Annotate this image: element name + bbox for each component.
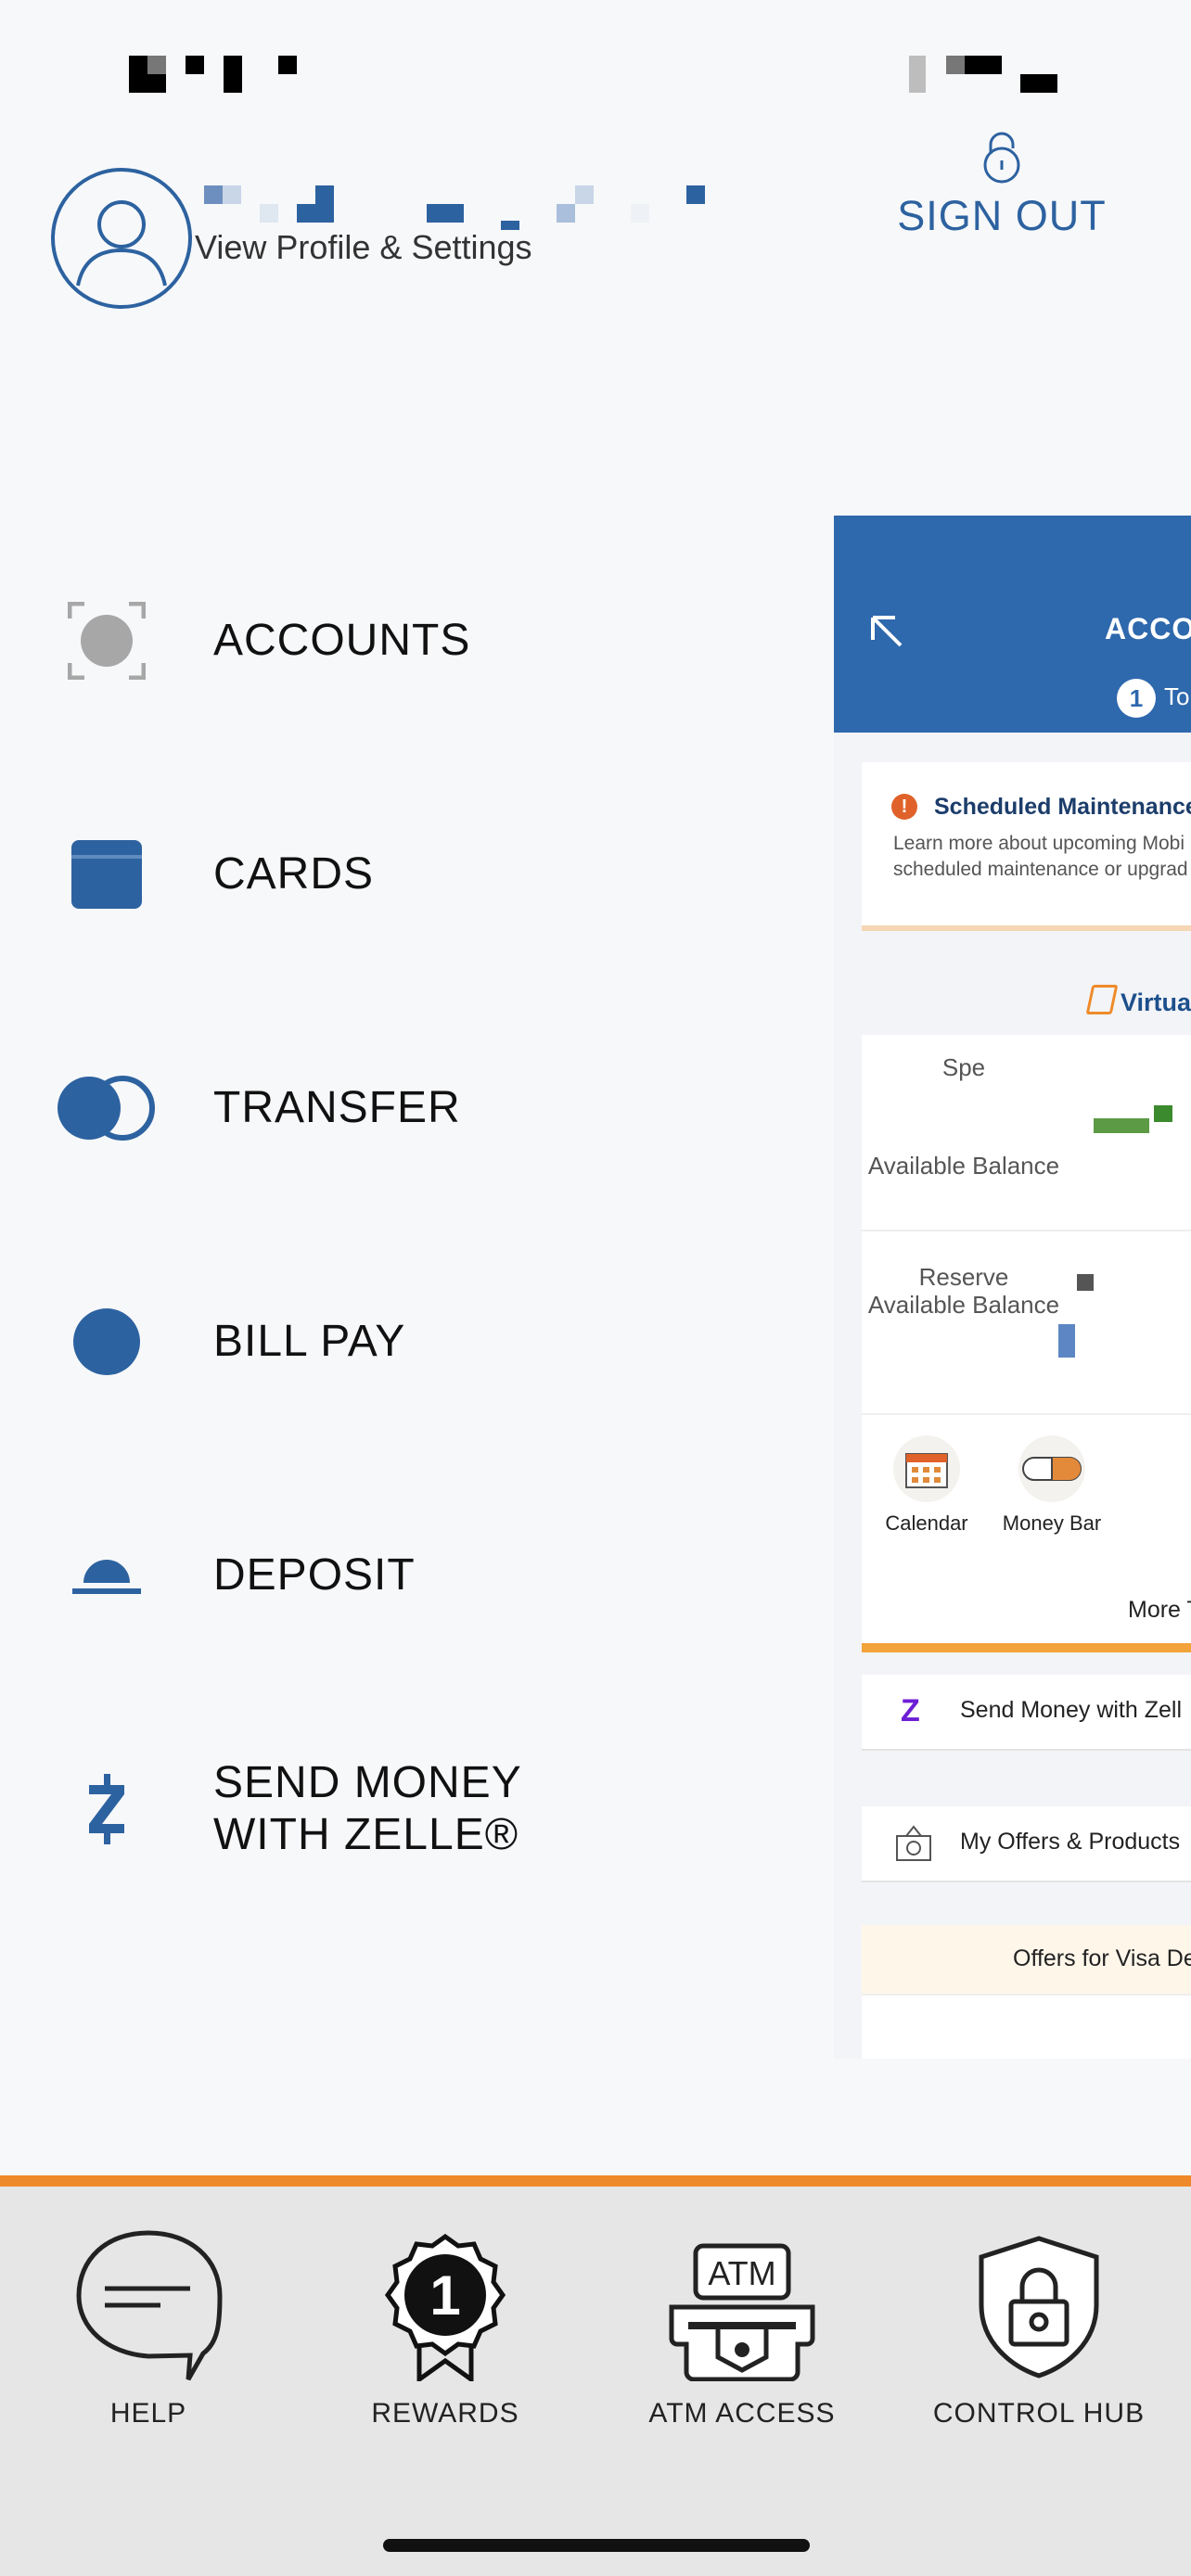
offers-header: Offers for Visa De: [862, 1925, 1191, 1996]
preview-title: ACCO: [1105, 612, 1191, 645]
dashboard-preview-panel[interactable]: ACCO 1 To ! Scheduled Maintenance Learn …: [834, 516, 1191, 2059]
menu-label-line1: SEND MONEY: [213, 1758, 522, 1807]
money-bar-button[interactable]: Money Bar: [987, 1435, 1117, 1536]
send-money-label: Send Money with Zell: [960, 1697, 1183, 1723]
redacted-block: [909, 56, 926, 93]
menu-item-transfer[interactable]: TRANSFER: [0, 1039, 798, 1178]
maintenance-line: Learn more about upcoming Mobi: [893, 833, 1185, 854]
preview-header: ACCO 1 To: [834, 516, 1191, 733]
redacted-block: [1020, 74, 1057, 93]
redacted-amount: [1154, 1105, 1172, 1122]
shield-lock-icon: [890, 2224, 1187, 2381]
redacted-block: [965, 56, 1002, 74]
maintenance-card[interactable]: ! Scheduled Maintenance Learn more about…: [862, 762, 1191, 931]
redacted-block: [147, 56, 166, 74]
menu-label: SEND MONEY WITH ZELLE®: [213, 1757, 522, 1861]
reserve-label: Reserve: [918, 1263, 1009, 1291]
menu-label: CARDS: [213, 849, 375, 899]
menu-label: DEPOSIT: [213, 1550, 416, 1600]
bill-pay-icon: [0, 1307, 213, 1376]
calendar-button[interactable]: Calendar: [862, 1435, 992, 1536]
lock-icon: [886, 130, 1118, 188]
badge-text: To: [1164, 682, 1190, 710]
balance-card[interactable]: Spe Available Balance Reserve Available …: [862, 1035, 1191, 1652]
my-offers-label: My Offers & Products: [960, 1829, 1181, 1855]
svg-text:1: 1: [429, 2264, 460, 2327]
card-icon: [0, 840, 213, 909]
offers-title: Offers for Visa De: [1013, 1945, 1191, 1971]
accounts-icon: [0, 602, 213, 680]
bottom-tab-bar: HELP 1 REWARDS ATM ATM ACCESS CONTROL HU…: [0, 2187, 1191, 2576]
redacted-block: [129, 56, 147, 93]
virtual-wallet-text: Virtua: [1121, 988, 1191, 1016]
svg-text:ATM: ATM: [708, 2254, 775, 2292]
virtual-wallet-label: Virtua: [1085, 985, 1191, 1017]
redacted-block: [186, 56, 204, 74]
redacted-amount: [1058, 1324, 1075, 1358]
redacted-block: [147, 74, 166, 93]
redacted-block: [946, 56, 965, 74]
menu-item-accounts[interactable]: ACCOUNTS: [0, 571, 798, 710]
zelle-icon: [0, 1774, 213, 1844]
sign-out-label: SIGN OUT: [897, 192, 1107, 239]
menu-label-line2: WITH ZELLE®: [213, 1810, 519, 1859]
virtual-wallet-icon: [1085, 985, 1119, 1014]
accent-divider: [0, 2175, 1191, 2187]
calendar-icon: [893, 1435, 960, 1502]
tab-control-hub[interactable]: CONTROL HUB: [890, 2224, 1187, 2429]
transfer-icon: [0, 1075, 213, 1141]
tab-label: CONTROL HUB: [932, 2398, 1146, 2429]
deposit-icon: [0, 1555, 213, 1596]
tab-label: HELP: [109, 2398, 187, 2429]
menu-item-deposit[interactable]: DEPOSIT: [0, 1506, 798, 1645]
home-indicator[interactable]: [383, 2539, 810, 2552]
offers-tag-icon: [893, 1823, 934, 1868]
send-money-zelle-row[interactable]: Z Send Money with Zell: [862, 1675, 1191, 1751]
tab-rewards[interactable]: 1 REWARDS: [297, 2224, 594, 2429]
available-balance-label: Available Balance: [867, 1152, 1060, 1180]
avatar-icon[interactable]: [50, 167, 193, 310]
view-profile-link[interactable]: View Profile & Settings: [195, 228, 532, 267]
money-bar-icon: [1018, 1435, 1085, 1502]
sign-out-button[interactable]: SIGN OUT: [886, 130, 1118, 240]
my-offers-row[interactable]: My Offers & Products: [862, 1806, 1191, 1882]
alert-icon: !: [891, 794, 917, 820]
spend-label: Spe: [941, 1053, 986, 1081]
offers-card[interactable]: Offers for Visa De: [862, 1925, 1191, 2059]
money-bar-label: Money Bar: [1002, 1511, 1102, 1535]
tab-label: REWARDS: [371, 2398, 519, 2429]
redacted-block: [224, 56, 242, 93]
rewards-badge-icon: 1: [297, 2224, 594, 2381]
redacted-amount: [1094, 1118, 1149, 1133]
tab-help[interactable]: HELP: [0, 2224, 297, 2429]
calendar-label: Calendar: [885, 1511, 968, 1535]
maintenance-line: scheduled maintenance or upgrad: [893, 859, 1188, 880]
redacted-amount: [1077, 1274, 1094, 1291]
menu-item-cards[interactable]: CARDS: [0, 805, 798, 944]
available-balance-label: Available Balance: [867, 1291, 1060, 1319]
tab-atm-access[interactable]: ATM ATM ACCESS: [594, 2224, 890, 2429]
collapse-arrow-icon[interactable]: [867, 612, 906, 651]
maintenance-title: Scheduled Maintenance: [934, 794, 1191, 820]
zelle-icon: Z: [901, 1693, 920, 1728]
menu-item-send-money-zelle[interactable]: SEND MONEY WITH ZELLE®: [0, 1740, 798, 1879]
atm-icon: ATM: [594, 2224, 890, 2381]
menu-label: TRANSFER: [213, 1083, 461, 1132]
tab-label: ATM ACCESS: [648, 2398, 836, 2429]
redacted-block: [278, 56, 297, 74]
menu-item-bill-pay[interactable]: BILL PAY: [0, 1272, 798, 1411]
divider: [862, 1413, 1191, 1415]
help-chat-icon: [0, 2224, 297, 2381]
divider: [862, 1230, 1191, 1231]
menu-label: ACCOUNTS: [213, 616, 471, 665]
maintenance-desc: Learn more about upcoming Mobi scheduled…: [893, 831, 1188, 883]
more-tools-link[interactable]: More T: [1128, 1597, 1191, 1624]
menu-label: BILL PAY: [213, 1317, 406, 1366]
count-badge: 1: [1117, 679, 1156, 718]
